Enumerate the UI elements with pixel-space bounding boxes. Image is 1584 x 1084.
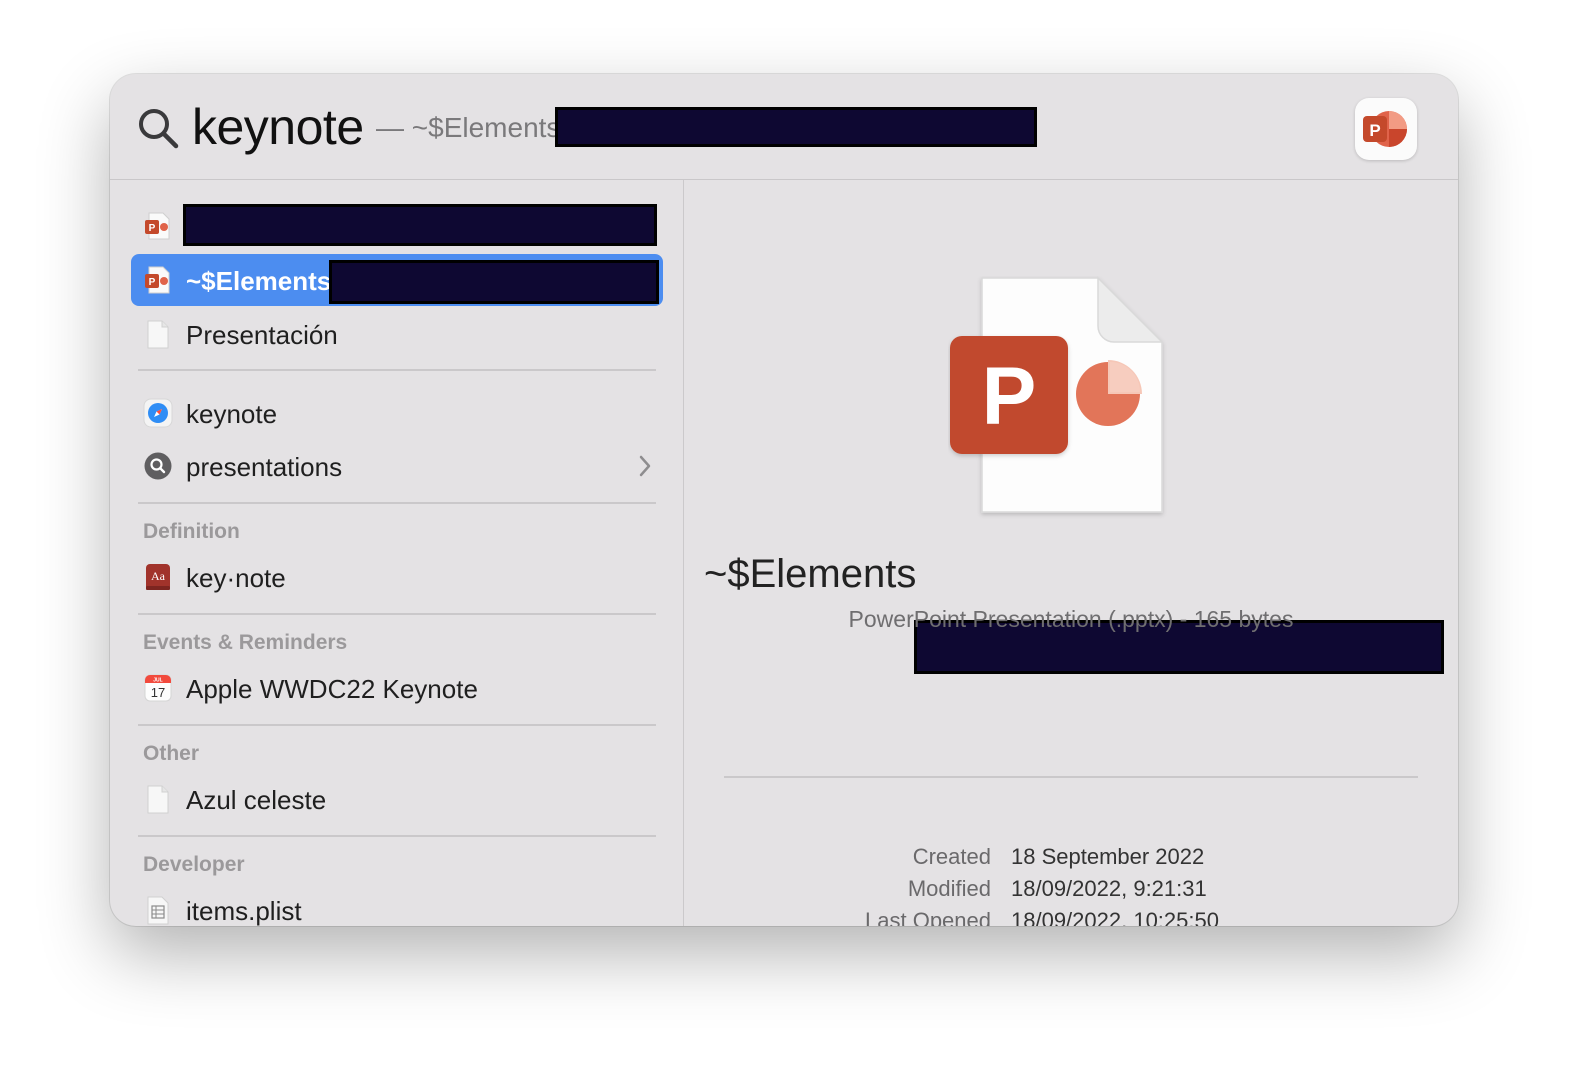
search-query[interactable]: keynote	[192, 98, 364, 156]
result-row[interactable]: JUL 17 Apple WWDC22 Keynote	[131, 662, 663, 714]
powerpoint-file-icon: P	[145, 212, 170, 240]
preview-title: ~$Elements	[704, 552, 917, 596]
divider	[138, 724, 656, 726]
search-bar[interactable]: keynote — ~$Elements P	[110, 74, 1458, 180]
redacted-block	[555, 107, 1037, 147]
redacted-block	[183, 204, 657, 246]
section-title: Events & Reminders	[143, 631, 348, 654]
result-row[interactable]: Aa key·note	[131, 551, 663, 603]
powerpoint-document-icon: P	[950, 276, 1164, 513]
chevron-right-icon[interactable]	[637, 454, 653, 478]
result-label: presentations	[186, 452, 343, 482]
blank-document-icon	[147, 785, 169, 814]
svg-text:17: 17	[151, 685, 165, 700]
search-context: — ~$Elements	[376, 112, 561, 143]
meta-label-created: Created	[912, 844, 991, 869]
divider	[138, 613, 656, 615]
result-row[interactable]: Azul celeste	[131, 773, 663, 825]
calendar-icon: JUL 17	[144, 674, 172, 702]
result-label: Azul celeste	[186, 785, 327, 815]
svg-text:P: P	[149, 223, 156, 234]
powerpoint-app-icon[interactable]: P	[1355, 98, 1417, 160]
result-label: Presentación	[186, 320, 338, 350]
result-row[interactable]: keynote	[131, 387, 663, 439]
dictionary-icon: Aa	[146, 564, 170, 590]
redacted-block	[329, 260, 659, 304]
results-list: P P ~$Elements Presentación keynote pres…	[110, 180, 684, 926]
meta-label-last-opened: Last Opened	[865, 908, 991, 926]
result-row-selected[interactable]: P ~$Elements	[131, 254, 663, 306]
powerpoint-file-icon: P	[145, 266, 170, 294]
svg-text:P: P	[982, 351, 1037, 442]
result-label: items.plist	[186, 896, 302, 926]
search-icon	[139, 109, 179, 149]
svg-text:P: P	[149, 277, 156, 288]
section-title: Developer	[143, 853, 245, 876]
svg-text:P: P	[1369, 121, 1380, 140]
divider	[724, 776, 1418, 778]
result-label: key·note	[186, 563, 286, 593]
meta-value-created: 18 September 2022	[1011, 844, 1205, 869]
plist-file-icon	[147, 896, 169, 925]
result-row[interactable]: P	[131, 200, 663, 252]
search-circle-icon	[144, 452, 172, 480]
meta-label-modified: Modified	[907, 876, 991, 901]
result-row[interactable]: presentations	[131, 440, 663, 492]
preview-pane: P ~$Elements PowerPoint Presentation (.p…	[684, 180, 1458, 926]
section-title: Definition	[143, 520, 240, 543]
preview-subtitle: PowerPoint Presentation (.pptx) - 165 by…	[848, 606, 1294, 632]
result-label: Apple WWDC22 Keynote	[186, 674, 478, 704]
result-row[interactable]: items.plist	[131, 884, 663, 926]
result-label: keynote	[186, 399, 278, 429]
divider	[138, 835, 656, 837]
section-title: Other	[143, 742, 200, 765]
result-label: ~$Elements	[186, 266, 332, 296]
divider	[138, 502, 656, 504]
divider	[138, 369, 656, 371]
spotlight-window: keynote — ~$Elements P P P ~$Elements Pr…	[110, 74, 1458, 926]
svg-text:Aa: Aa	[151, 569, 166, 583]
meta-value-modified: 18/09/2022, 9:21:31	[1011, 876, 1207, 901]
result-row[interactable]: Presentación	[131, 308, 663, 360]
safari-icon	[143, 398, 173, 428]
blank-document-icon	[147, 320, 169, 349]
meta-value-last-opened: 18/09/2022, 10:25:50	[1011, 908, 1219, 926]
svg-text:JUL: JUL	[153, 678, 162, 684]
